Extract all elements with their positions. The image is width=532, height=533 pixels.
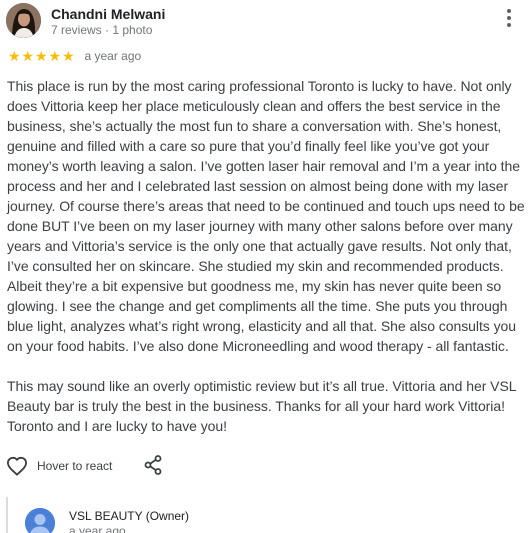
owner-response-date: a year ago	[69, 524, 126, 533]
react-label: Hover to react	[37, 459, 113, 473]
owner-name: VSL BEAUTY (Owner)	[69, 509, 190, 523]
reviewer-avatar[interactable]	[6, 3, 41, 38]
star-icon: ★	[35, 48, 48, 64]
more-options-icon[interactable]	[494, 3, 524, 33]
star-icon: ★	[21, 48, 35, 64]
review-date: a year ago	[84, 49, 142, 63]
star-icon: ★	[48, 48, 62, 64]
reviewer-name[interactable]: Chandni Melwani	[51, 6, 165, 22]
heart-outline-icon	[6, 456, 28, 476]
star-icon: ★	[62, 48, 75, 64]
owner-response-divider	[6, 497, 8, 533]
react-button[interactable]: Hover to react	[6, 456, 112, 476]
owner-avatar	[25, 508, 55, 533]
review-paragraph: This place is run by the most caring pro…	[7, 78, 525, 354]
share-button[interactable]	[144, 455, 162, 480]
review-paragraph: This may sound like an overly optimistic…	[7, 378, 516, 434]
rating-row: ★ ★ ★ ★ ★ a year ago	[8, 47, 141, 65]
share-icon	[144, 455, 162, 475]
star-rating: ★ ★ ★ ★ ★	[8, 49, 76, 63]
owner-response: VSL BEAUTY (Owner) a year ago	[6, 497, 526, 533]
review-header: Chandni Melwani 7 reviews · 1 photo	[6, 3, 526, 39]
review-text: This place is run by the most caring pro…	[7, 76, 528, 456]
star-icon: ★	[8, 48, 21, 64]
review-actions: Hover to react	[6, 454, 162, 478]
reviewer-meta: 7 reviews · 1 photo	[51, 23, 153, 37]
